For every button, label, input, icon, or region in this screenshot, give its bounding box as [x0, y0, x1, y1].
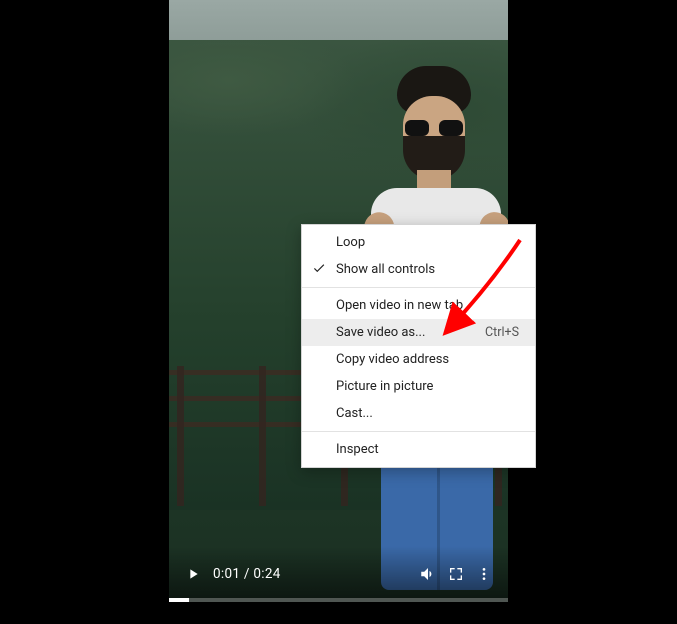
volume-button[interactable]	[414, 560, 442, 588]
menu-item-open-new-tab[interactable]: Open video in new tab	[302, 292, 535, 319]
more-options-button[interactable]	[470, 560, 498, 588]
menu-item-inspect[interactable]: Inspect	[302, 436, 535, 463]
check-icon	[312, 261, 326, 279]
menu-item-label: Loop	[336, 235, 365, 250]
play-icon	[185, 566, 201, 582]
progress-bar[interactable]	[169, 598, 508, 602]
more-vertical-icon	[476, 566, 492, 582]
menu-item-label: Save video as...	[336, 325, 425, 340]
menu-item-label: Inspect	[336, 442, 379, 457]
menu-item-copy-video-address[interactable]: Copy video address	[302, 346, 535, 373]
menu-item-label: Cast...	[336, 406, 373, 421]
menu-item-save-video-as[interactable]: Save video as... Ctrl+S	[302, 319, 535, 346]
menu-item-loop[interactable]: Loop	[302, 229, 535, 256]
video-controls-bar: 0:01 / 0:24	[169, 546, 508, 602]
menu-item-label: Open video in new tab	[336, 298, 463, 313]
menu-item-shortcut: Ctrl+S	[485, 325, 519, 340]
menu-separator	[302, 431, 535, 432]
menu-item-cast[interactable]: Cast...	[302, 400, 535, 427]
menu-item-label: Picture in picture	[336, 379, 433, 394]
menu-item-show-all-controls[interactable]: Show all controls	[302, 256, 535, 283]
menu-item-label: Show all controls	[336, 262, 435, 277]
fullscreen-icon	[448, 566, 464, 582]
menu-item-label: Copy video address	[336, 352, 449, 367]
play-button[interactable]	[179, 560, 207, 588]
menu-separator	[302, 287, 535, 288]
menu-item-picture-in-picture[interactable]: Picture in picture	[302, 373, 535, 400]
time-display: 0:01 / 0:24	[213, 566, 281, 582]
progress-fill	[169, 598, 189, 602]
context-menu: Loop Show all controls Open video in new…	[301, 224, 536, 468]
volume-icon	[419, 565, 437, 583]
fullscreen-button[interactable]	[442, 560, 470, 588]
